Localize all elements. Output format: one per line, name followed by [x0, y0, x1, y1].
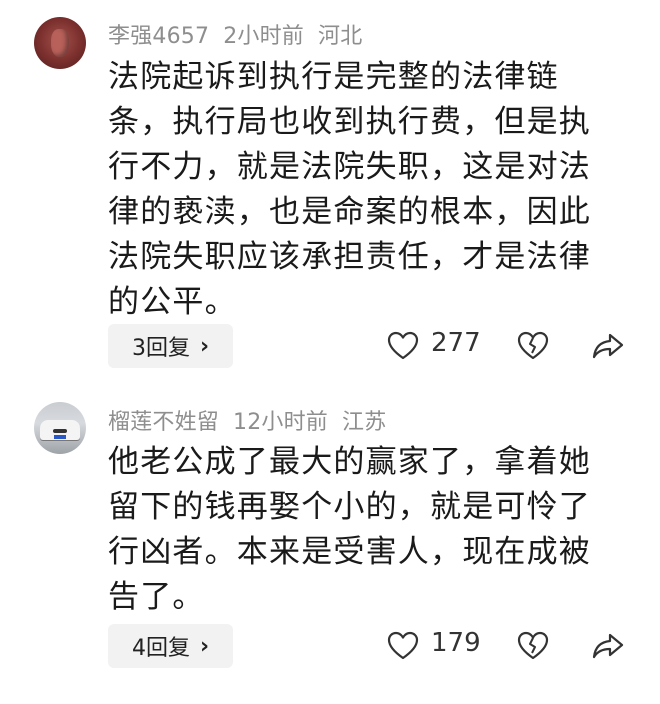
comment-meta: 李强4657 2小时前 河北 [108, 18, 376, 50]
comment-actions: 277 [387, 324, 637, 368]
comment-text: 他老公成了最大的赢家了，拿着她留下的钱再娶个小的，就是可怜了行凶者。本来是受害人… [108, 444, 591, 615]
username[interactable]: 榴莲不姓留 [108, 410, 219, 435]
avatar-license-plate [54, 435, 66, 439]
avatar[interactable] [34, 17, 86, 69]
chevron-right-icon: › [199, 633, 210, 659]
comment-time: 12小时前 [233, 410, 329, 435]
avatar-car-grille [53, 429, 67, 433]
reply-count: 3回复 [131, 336, 190, 361]
heart-outline-icon[interactable] [387, 631, 419, 661]
view-replies-button[interactable]: 3回复 › [108, 324, 233, 368]
comment-location: 江苏 [342, 410, 387, 435]
comment-text: 法院起诉到执行是完整的法律链条，执行局也收到执行费，但是执行不力，就是法院失职，… [108, 59, 591, 320]
comment-meta: 榴莲不姓留 12小时前 江苏 [108, 404, 400, 436]
comment-actions: 179 [387, 624, 637, 668]
share-arrow-icon[interactable] [592, 332, 624, 360]
avatar[interactable] [34, 402, 86, 454]
view-replies-button[interactable]: 4回复 › [108, 624, 233, 668]
broken-heart-icon[interactable] [517, 631, 549, 661]
username[interactable]: 李强4657 [108, 24, 209, 49]
chevron-right-icon: › [199, 333, 210, 359]
reply-count: 4回复 [131, 636, 190, 661]
like-count: 277 [431, 328, 481, 358]
broken-heart-icon[interactable] [517, 331, 549, 361]
comment-time: 2小时前 [223, 24, 305, 49]
share-arrow-icon[interactable] [592, 632, 624, 660]
heart-outline-icon[interactable] [387, 331, 419, 361]
comment-location: 河北 [318, 24, 363, 49]
like-count: 179 [431, 628, 481, 658]
avatar-image [51, 29, 69, 57]
